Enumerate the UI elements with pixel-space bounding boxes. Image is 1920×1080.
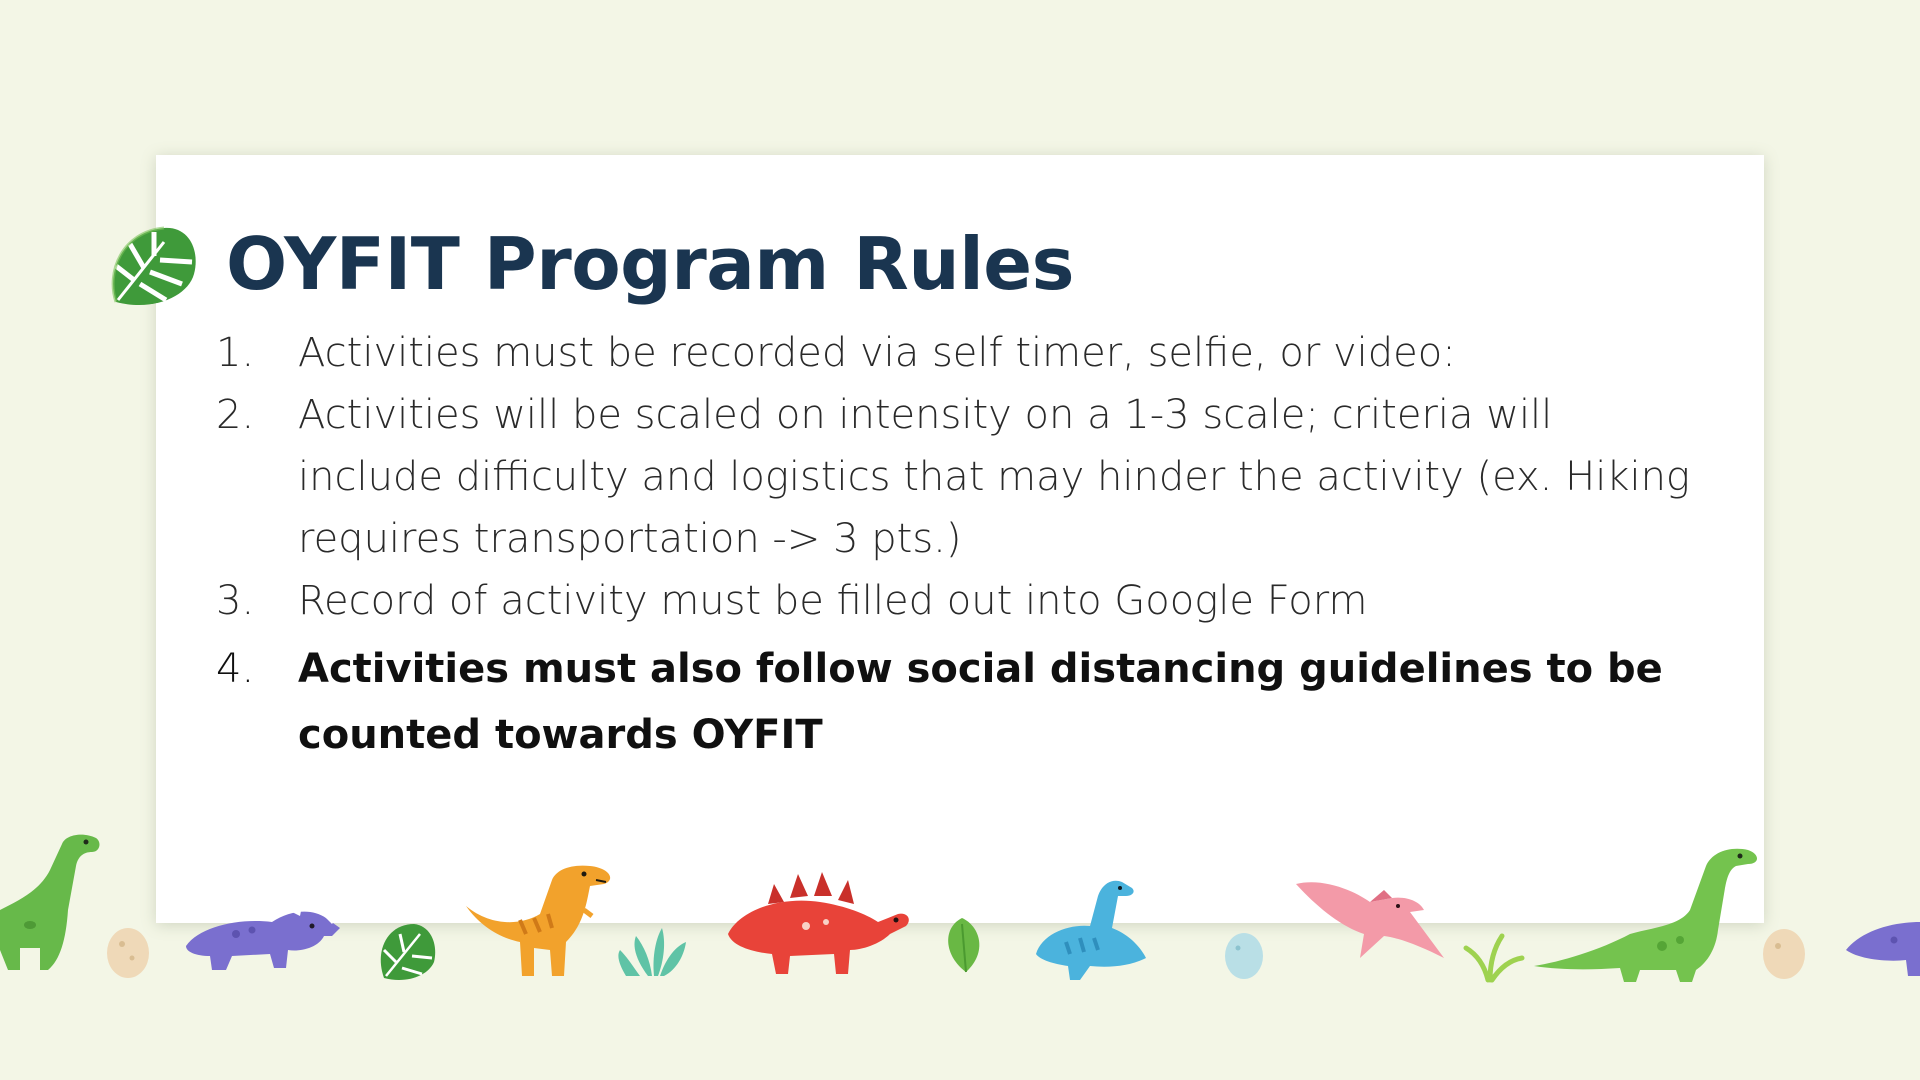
slide: OYFIT Program Rules 1. Activities must b…: [0, 0, 1920, 1080]
pink-pterodactyl-icon: [1296, 882, 1444, 958]
rule-text: Activities will be scaled on intensity o…: [298, 392, 1690, 562]
dinosaur-border: [0, 834, 1920, 983]
rule-number: 1.: [216, 330, 255, 376]
fern-icon: [618, 928, 686, 976]
rule-text: Activities must be recorded via self tim…: [298, 330, 1456, 376]
rules-list: 1. Activities must be recorded via self …: [200, 322, 1700, 768]
rule-number: 3.: [216, 578, 255, 624]
list-item: 1. Activities must be recorded via self …: [200, 322, 1700, 384]
red-stegosaurus-icon: [728, 872, 909, 974]
grass-sprout-icon: [1463, 933, 1525, 983]
list-item: 3. Record of activity must be filled out…: [200, 570, 1700, 632]
list-item: 2. Activities will be scaled on intensit…: [200, 384, 1700, 570]
page-title: OYFIT Program Rules: [226, 222, 1074, 306]
blue-plesiosaur-icon: [1036, 880, 1146, 980]
egg-icon: [107, 928, 149, 978]
orange-t-rex-icon: [466, 865, 611, 976]
list-item: 4. Activities must also follow social di…: [200, 636, 1700, 768]
rule-number: 4.: [216, 646, 255, 692]
monstera-leaf-icon: [111, 226, 196, 306]
leaf-icon: [948, 918, 980, 973]
egg-icon: [1763, 929, 1805, 979]
monstera-leaf-icon: [380, 924, 436, 981]
rule-text: Activities must also follow social dista…: [298, 646, 1663, 758]
purple-triceratops-icon: [186, 896, 344, 970]
rule-text: Record of activity must be filled out in…: [298, 578, 1368, 624]
green-brachiosaurus-icon: [0, 834, 100, 970]
green-brachiosaurus-icon: [1534, 848, 1757, 982]
egg-icon: [1225, 933, 1263, 979]
purple-triceratops-icon: [1846, 922, 1920, 976]
rule-number: 2.: [216, 392, 255, 438]
